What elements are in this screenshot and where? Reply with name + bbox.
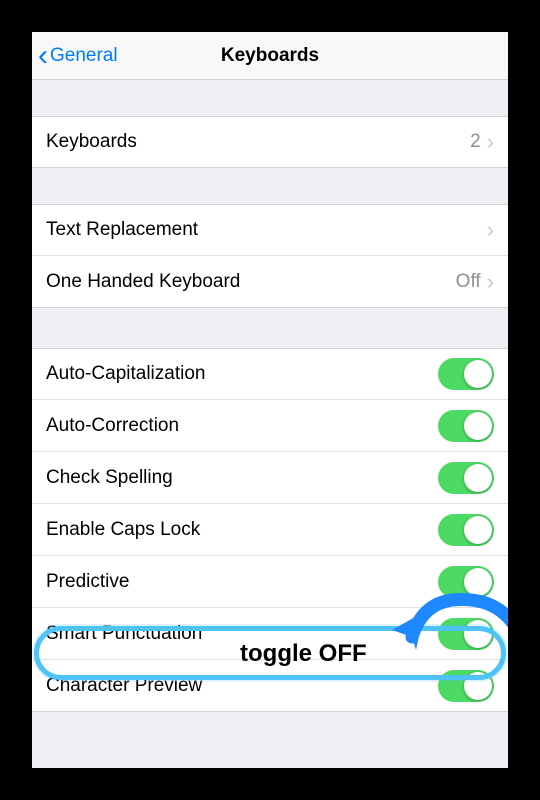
- settings-keyboards-screen: ‹ General Keyboards Keyboards 2 › Text R…: [32, 32, 508, 768]
- section-gap: [32, 168, 508, 204]
- annotation-text: toggle OFF: [240, 640, 367, 668]
- back-label: General: [50, 45, 118, 67]
- row-enable-caps-lock: Enable Caps Lock: [32, 504, 508, 556]
- toggle-knob: [464, 620, 492, 648]
- toggle-knob: [464, 464, 492, 492]
- row-text-replacement[interactable]: Text Replacement ›: [32, 204, 508, 256]
- row-predictive: Predictive: [32, 556, 508, 608]
- toggle-knob: [464, 360, 492, 388]
- row-label: Keyboards: [46, 131, 137, 153]
- toggle-knob: [464, 412, 492, 440]
- row-check-spelling: Check Spelling: [32, 452, 508, 504]
- page-title: Keyboards: [221, 45, 319, 67]
- group-keyboards: Keyboards 2 ›: [32, 116, 508, 168]
- toggle-knob: [464, 672, 492, 700]
- toggle-predictive[interactable]: [438, 566, 494, 598]
- group-text: Text Replacement › One Handed Keyboard O…: [32, 204, 508, 308]
- row-label: Auto-Correction: [46, 415, 179, 437]
- chevron-right-icon: ›: [487, 217, 494, 243]
- section-gap: [32, 308, 508, 348]
- chevron-left-icon: ‹: [38, 41, 48, 71]
- row-label: Smart Punctuation: [46, 623, 202, 645]
- toggle-knob: [464, 516, 492, 544]
- row-value: 2: [470, 131, 481, 153]
- toggle-enable-caps-lock[interactable]: [438, 514, 494, 546]
- toggle-knob: [464, 568, 492, 596]
- row-label: Auto-Capitalization: [46, 363, 205, 385]
- row-label: Character Preview: [46, 675, 202, 697]
- toggle-smart-punctuation[interactable]: [438, 618, 494, 650]
- toggle-check-spelling[interactable]: [438, 462, 494, 494]
- row-auto-correction: Auto-Correction: [32, 400, 508, 452]
- row-label: One Handed Keyboard: [46, 271, 240, 293]
- row-auto-capitalization: Auto-Capitalization: [32, 348, 508, 400]
- chevron-right-icon: ›: [487, 129, 494, 155]
- section-gap: [32, 80, 508, 116]
- row-label: Text Replacement: [46, 219, 198, 241]
- row-label: Check Spelling: [46, 467, 173, 489]
- row-one-handed-keyboard[interactable]: One Handed Keyboard Off ›: [32, 256, 508, 308]
- toggle-auto-correction[interactable]: [438, 410, 494, 442]
- toggle-character-preview[interactable]: [438, 670, 494, 702]
- row-keyboards[interactable]: Keyboards 2 ›: [32, 116, 508, 168]
- row-label: Predictive: [46, 571, 129, 593]
- chevron-right-icon: ›: [487, 269, 494, 295]
- toggle-auto-capitalization[interactable]: [438, 358, 494, 390]
- row-value: Off: [456, 271, 481, 293]
- row-label: Enable Caps Lock: [46, 519, 200, 541]
- navbar: ‹ General Keyboards: [32, 32, 508, 80]
- back-button[interactable]: ‹ General: [38, 41, 118, 71]
